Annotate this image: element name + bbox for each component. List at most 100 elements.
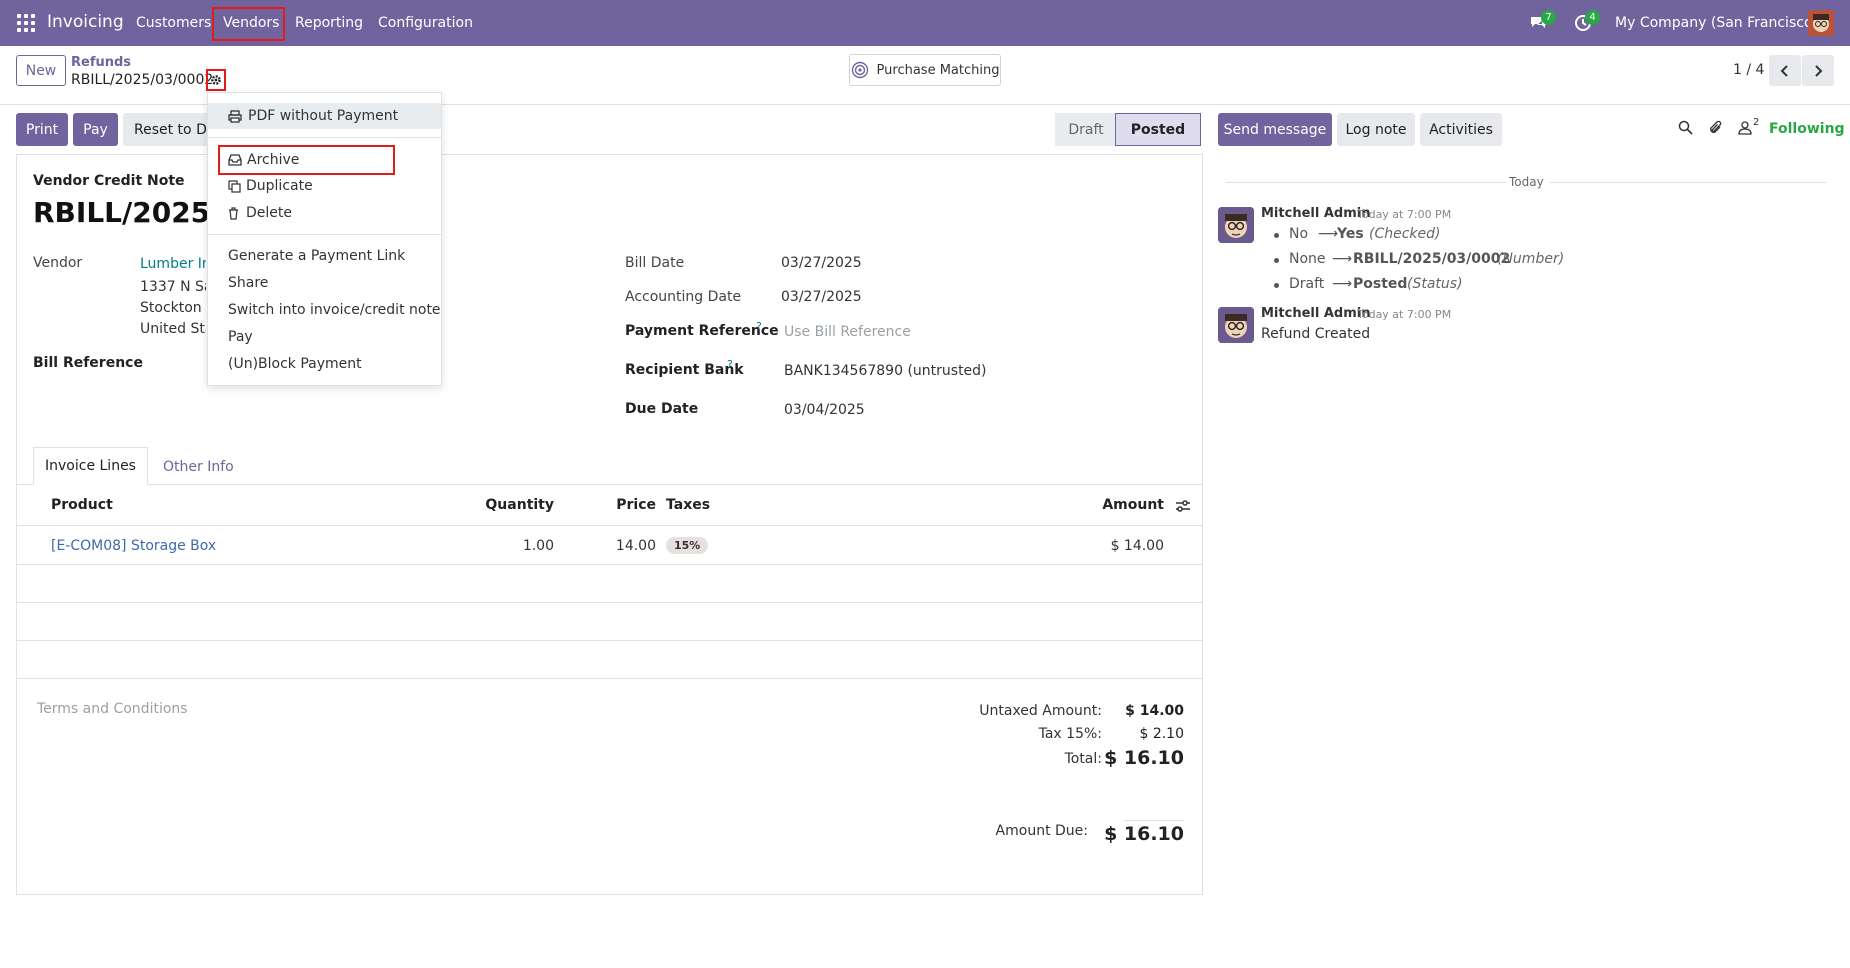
total-label: Total: <box>1064 751 1102 767</box>
app-name[interactable]: Invoicing <box>47 12 124 32</box>
activities-button[interactable]: Activities <box>1420 113 1502 146</box>
top-navbar: Invoicing Customers Vendors Reporting Co… <box>0 0 1850 46</box>
column-price[interactable]: Price <box>580 497 656 513</box>
change-field: (Status) <box>1407 276 1463 292</box>
menu-item-pdf-without-payment[interactable]: PDF without Payment <box>208 103 441 129</box>
tax-label: Tax 15%: <box>1038 726 1102 742</box>
reset-to-draft-button[interactable]: Reset to Dr <box>123 113 213 146</box>
actions-gear-icon[interactable] <box>206 69 226 91</box>
document-type: Vendor Credit Note <box>33 173 185 189</box>
tax-badge[interactable]: 15% <box>666 537 709 554</box>
author-avatar[interactable] <box>1218 207 1254 243</box>
column-product[interactable]: Product <box>51 497 113 513</box>
actions-dropdown-menu: PDF without Payment Archive Duplicate De… <box>207 92 442 386</box>
vendor-address-line1: 1337 N Sar <box>140 279 206 295</box>
column-amount[interactable]: Amount <box>1060 497 1164 513</box>
recipient-bank-help-icon[interactable]: ? <box>727 358 733 371</box>
followers-count: 2 <box>1753 117 1760 128</box>
amount-due-divider <box>1124 820 1184 821</box>
column-taxes[interactable]: Taxes <box>666 497 710 513</box>
search-icon[interactable] <box>1678 120 1693 139</box>
pager-next-button[interactable] <box>1802 55 1834 86</box>
payment-reference-help-icon[interactable]: ? <box>756 320 762 333</box>
menu-reporting[interactable]: Reporting <box>295 15 363 31</box>
menu-item-delete[interactable]: Delete <box>208 200 441 226</box>
change-old-value: No <box>1289 226 1309 242</box>
app-grid-icon[interactable] <box>17 14 35 32</box>
change-old-value: None <box>1289 251 1326 267</box>
vendor-address-line2: Stockton C <box>140 300 206 316</box>
send-message-button[interactable]: Send message <box>1218 113 1332 146</box>
menu-configuration[interactable]: Configuration <box>378 15 473 31</box>
pager-value[interactable]: 1 / 4 <box>1733 62 1764 78</box>
user-avatar[interactable] <box>1808 10 1834 36</box>
tax-value: $ 2.10 <box>1139 726 1184 742</box>
menu-item-share[interactable]: Share <box>208 270 441 296</box>
terms-conditions-input[interactable]: Terms and Conditions <box>37 701 188 717</box>
trash-icon <box>229 206 238 220</box>
archive-highlight-box <box>218 145 395 175</box>
menu-item-generate-payment-link[interactable]: Generate a Payment Link <box>208 243 441 269</box>
log-note-button[interactable]: Log note <box>1337 113 1415 146</box>
print-button[interactable]: Print <box>16 113 68 146</box>
tab-other-info[interactable]: Other Info <box>163 459 234 475</box>
purchase-matching-button[interactable]: Purchase Matching <box>849 54 1001 86</box>
breadcrumb-refunds[interactable]: Refunds <box>71 55 131 70</box>
message-body: Refund Created <box>1261 326 1371 342</box>
new-button[interactable]: New <box>16 55 66 86</box>
vendor-name[interactable]: Lumber Inc <box>140 256 206 272</box>
change-field: (Checked) <box>1369 226 1441 242</box>
company-switcher[interactable]: My Company (San Francisco) <box>1615 15 1818 31</box>
bill-date-label: Bill Date <box>625 255 685 271</box>
row-product[interactable]: [E-COM08] Storage Box <box>51 538 216 554</box>
change-new-value: Posted <box>1353 276 1408 292</box>
message-author[interactable]: Mitchell Admin <box>1261 206 1370 221</box>
recipient-bank-label: Recipient Bank <box>625 362 744 378</box>
vendors-highlight-box <box>212 7 285 41</box>
pay-button[interactable]: Pay <box>73 113 118 146</box>
vendor-label: Vendor <box>33 255 83 271</box>
recipient-bank-value[interactable]: BANK134567890 (untrusted) <box>784 363 987 379</box>
untaxed-amount-label: Untaxed Amount: <box>979 703 1102 719</box>
table-header-divider <box>16 525 1203 526</box>
column-settings-icon[interactable] <box>1175 499 1191 517</box>
accounting-date-value[interactable]: 03/27/2025 <box>781 289 862 305</box>
menu-item-pay[interactable]: Pay <box>208 324 441 350</box>
menu-customers[interactable]: Customers <box>136 15 211 31</box>
menu-item-duplicate[interactable]: Duplicate <box>208 173 441 199</box>
paperclip-icon[interactable] <box>1708 120 1723 139</box>
message-time: Today at 7:00 PM <box>1357 308 1452 321</box>
due-date-value[interactable]: 03/04/2025 <box>784 402 865 418</box>
following-toggle[interactable]: Following <box>1769 121 1845 137</box>
list-bullet <box>1274 233 1279 238</box>
status-posted[interactable]: Posted <box>1115 113 1201 146</box>
dropdown-divider <box>208 137 441 138</box>
untaxed-amount-value: $ 14.00 <box>1125 703 1184 719</box>
tab-invoice-lines[interactable]: Invoice Lines <box>33 447 148 485</box>
tabs-divider <box>16 484 1203 485</box>
accounting-date-label: Accounting Date <box>625 289 742 305</box>
copy-icon <box>228 179 241 193</box>
row-price[interactable]: 14.00 <box>580 538 656 554</box>
day-separator-right <box>1550 182 1826 183</box>
row-quantity[interactable]: 1.00 <box>450 538 554 554</box>
bill-date-value[interactable]: 03/27/2025 <box>781 255 862 271</box>
list-bullet <box>1274 283 1279 288</box>
amount-due-label: Amount Due: <box>995 823 1088 839</box>
message-author[interactable]: Mitchell Admin <box>1261 306 1370 321</box>
followers-icon[interactable] <box>1738 120 1752 139</box>
dropdown-divider <box>208 234 441 235</box>
target-icon <box>851 61 868 79</box>
document-number: RBILL/2025/03/0 <box>33 196 208 229</box>
breadcrumb-current-record: RBILL/2025/03/0002 <box>71 72 214 88</box>
author-avatar[interactable] <box>1218 307 1254 343</box>
payment-reference-input[interactable]: Use Bill Reference <box>784 324 911 340</box>
pdf-without-payment-label: PDF without Payment <box>248 108 399 124</box>
pager-prev-button[interactable] <box>1769 55 1801 86</box>
table-row-divider <box>16 678 1203 679</box>
column-quantity[interactable]: Quantity <box>450 497 554 513</box>
menu-item-switch-invoice[interactable]: Switch into invoice/credit note <box>208 297 441 323</box>
menu-item-block-payment[interactable]: (Un)Block Payment <box>208 351 441 377</box>
delete-label: Delete <box>246 205 292 221</box>
status-draft[interactable]: Draft <box>1055 113 1117 146</box>
